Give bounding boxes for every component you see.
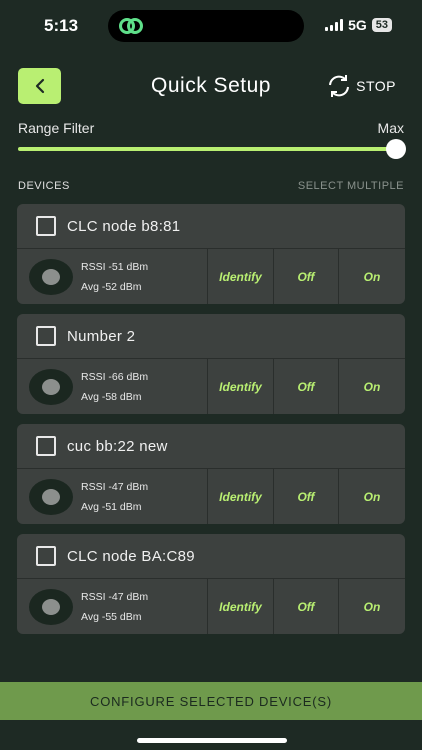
identify-button[interactable]: Identify — [208, 359, 274, 414]
link-icon — [119, 18, 143, 34]
device-name: CLC node b8:81 — [67, 217, 181, 235]
signal-icon — [325, 19, 344, 31]
on-button[interactable]: On — [339, 249, 405, 304]
range-slider-track[interactable] — [18, 147, 396, 151]
range-filter: Range Filter Max — [18, 120, 406, 159]
on-button[interactable]: On — [339, 469, 405, 524]
rssi-value: RSSI -47 dBm — [81, 590, 149, 603]
device-checkbox[interactable] — [36, 436, 56, 456]
configure-selected-button[interactable]: CONFIGURE SELECTED DEVICE(S) — [0, 682, 422, 720]
rssi-cell: RSSI -47 dBm Avg -55 dBm — [17, 579, 208, 634]
stop-label: STOP — [356, 78, 396, 94]
rssi-cell: RSSI -51 dBm Avg -52 dBm — [17, 249, 208, 304]
devices-header: DEVICES SELECT MULTIPLE — [18, 180, 404, 192]
avg-value: Avg -52 dBm — [81, 280, 142, 293]
off-button[interactable]: Off — [274, 359, 339, 414]
device-checkbox[interactable] — [36, 326, 56, 346]
identify-button[interactable]: Identify — [208, 579, 274, 634]
rssi-value: RSSI -47 dBm — [81, 480, 149, 493]
select-multiple-button[interactable]: SELECT MULTIPLE — [298, 180, 404, 192]
on-button[interactable]: On — [339, 359, 405, 414]
status-time: 5:13 — [44, 16, 79, 35]
avg-value: Avg -55 dBm — [81, 610, 142, 623]
range-filter-value: Max — [377, 120, 404, 136]
avg-value: Avg -58 dBm — [81, 390, 142, 403]
dynamic-island — [108, 10, 304, 42]
rssi-value: RSSI -51 dBm — [81, 260, 149, 273]
off-button[interactable]: Off — [274, 469, 339, 524]
battery-icon: 53 — [371, 18, 392, 32]
on-button[interactable]: On — [339, 579, 405, 634]
range-filter-label: Range Filter — [18, 120, 95, 136]
device-name: cuc bb:22 new — [67, 437, 168, 455]
off-button[interactable]: Off — [274, 579, 339, 634]
device-checkbox[interactable] — [36, 216, 56, 236]
configure-label: CONFIGURE SELECTED DEVICE(S) — [90, 693, 332, 709]
network-type: 5G — [348, 17, 367, 33]
device-card: CLC node BA:C89 RSSI -47 dBm Avg -55 dBm… — [17, 534, 405, 634]
device-name: CLC node BA:C89 — [67, 547, 195, 565]
device-checkbox[interactable] — [36, 546, 56, 566]
rssi-cell: RSSI -66 dBm Avg -58 dBm — [17, 359, 208, 414]
identify-button[interactable]: Identify — [208, 469, 274, 524]
rssi-value: RSSI -66 dBm — [81, 370, 149, 383]
device-card: cuc bb:22 new RSSI -47 dBm Avg -51 dBm I… — [17, 424, 405, 524]
status-indicators: 5G 53 — [325, 17, 392, 33]
home-indicator — [137, 738, 287, 743]
signal-strength-icon — [29, 588, 73, 625]
rssi-cell: RSSI -47 dBm Avg -51 dBm — [17, 469, 208, 524]
stop-button[interactable]: STOP — [326, 74, 396, 98]
device-card: Number 2 RSSI -66 dBm Avg -58 dBm Identi… — [17, 314, 405, 414]
avg-value: Avg -51 dBm — [81, 500, 142, 513]
signal-strength-icon — [29, 368, 73, 405]
device-card: CLC node b8:81 RSSI -51 dBm Avg -52 dBm … — [17, 204, 405, 304]
range-slider-thumb[interactable] — [386, 139, 406, 159]
off-button[interactable]: Off — [274, 249, 339, 304]
signal-strength-icon — [29, 478, 73, 515]
signal-strength-icon — [29, 258, 73, 295]
device-name: Number 2 — [67, 327, 136, 345]
refresh-icon — [329, 75, 350, 97]
status-bar: 5:13 5G 53 — [0, 0, 422, 52]
identify-button[interactable]: Identify — [208, 249, 274, 304]
header: Quick Setup STOP — [0, 68, 422, 104]
